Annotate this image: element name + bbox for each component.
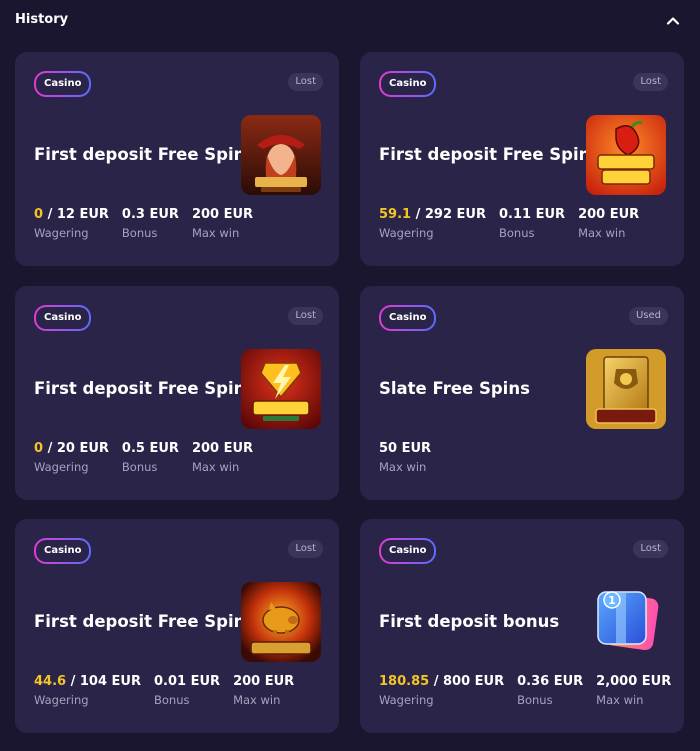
section-title: History [15,12,69,27]
lucky-janes-egypt-game-icon[interactable] [241,115,321,195]
bonus-name: First deposit bonus [379,612,560,631]
bonus-stat: 0.11 EUR Bonus [499,207,565,240]
category-badge[interactable]: Casino [34,71,91,97]
maxwin-value: 200 EUR [191,207,254,222]
chilli-coins-game-icon[interactable] [586,115,666,195]
wagering-current: 59.1 [379,207,412,222]
maxwin-label: Max win [379,460,427,474]
maxwin-stat: 50 EUR Max win [379,441,431,474]
maxwin-stat: 2,000 EUR Max win [596,674,671,707]
maxwin-value: 200 EUR [233,674,295,689]
status-badge: Lost [288,540,323,558]
bonus-label: Bonus [517,693,553,707]
maxwin-stat: 200 EUR Max win [578,207,639,240]
maxwin-value: 50 EUR [379,441,432,456]
status-badge: Lost [288,73,323,91]
wagering-stat: 59.1 / 292 EUR Wagering [379,207,486,240]
wagering-total: / 20 EUR [47,441,109,456]
bonus-label: Bonus [121,226,158,240]
maxwin-value: 200 EUR [578,207,640,222]
bonus-name: Slate Free Spins [379,379,530,398]
bonus-name: First deposit Free Spins [379,145,601,164]
status-badge: Lost [633,73,668,91]
bonus-card[interactable]: Casino Lost First deposit Free Spins 44.… [15,519,339,733]
maxwin-label: Max win [578,226,626,240]
bonus-name: First deposit Free Spins [34,145,256,164]
wagering-total: / 292 EUR [415,207,486,222]
wagering-label: Wagering [34,226,89,240]
wagering-current: 0 [34,207,44,222]
bonus-value: 0.01 EUR [154,674,221,689]
maxwin-stat: 200 EUR Max win [192,441,253,474]
bonus-label: Bonus [499,226,535,240]
wagering-total: / 12 EUR [47,207,109,222]
bonus-box-icon[interactable]: 1 [586,582,666,662]
bonus-stats: 0 / 12 EUR Wagering 0.3 EUR Bonus 200 EU… [34,207,253,240]
wagering-total: / 800 EUR [433,674,505,689]
bonus-value: 0.5 EUR [121,441,179,456]
bonus-value: 0.11 EUR [499,207,566,222]
bonus-card[interactable]: Casino Used Slate Free Spins 50 EUR Max … [360,286,684,500]
category-badge[interactable]: Casino [379,71,436,97]
maxwin-stat: 200 EUR Max win [192,207,253,240]
bonus-value: 0.3 EUR [121,207,179,222]
maxwin-value: 2,000 EUR [596,674,672,689]
chevron-up-icon[interactable] [665,13,681,29]
wagering-current: 44.6 [34,674,67,689]
bonus-label: Bonus [121,460,158,474]
bonus-stat: 0.3 EUR Bonus [122,207,179,240]
wagering-stat: 0 / 12 EUR Wagering [34,207,109,240]
bonus-stats: 50 EUR Max win [379,441,431,474]
category-badge[interactable]: Casino [34,305,91,331]
bonus-card[interactable]: Casino Lost First deposit bonus 1 180.85… [360,519,684,733]
wagering-total: / 104 EUR [70,674,141,689]
wagering-current: 180.85 [379,674,430,689]
bonus-card[interactable]: Casino Lost First deposit Free Spins 0 /… [15,286,339,500]
wagering-stat: 180.85 / 800 EUR Wagering [379,674,504,707]
maxwin-stat: 200 EUR Max win [233,674,294,707]
category-badge[interactable]: Casino [379,538,436,564]
bonus-name: First deposit Free Spins [34,379,256,398]
wagering-label: Wagering [34,693,89,707]
category-badge[interactable]: Casino [34,538,91,564]
history-header: History [0,0,700,42]
maxwin-label: Max win [233,693,281,707]
wagering-label: Wagering [34,460,89,474]
maxwin-label: Max win [191,226,240,240]
status-badge: Lost [288,307,323,325]
bonus-stat: 0.36 EUR Bonus [517,674,583,707]
wagering-stat: 0 / 20 EUR Wagering [34,441,109,474]
bonus-label: Bonus [154,693,190,707]
wagering-current: 0 [34,441,44,456]
category-badge[interactable]: Casino [379,305,436,331]
status-badge: Used [628,307,668,325]
bonus-stat: 0.01 EUR Bonus [154,674,220,707]
bonus-stats: 180.85 / 800 EUR Wagering 0.36 EUR Bonus… [379,674,671,707]
maxwin-label: Max win [596,693,644,707]
wagering-label: Wagering [379,226,434,240]
maxwin-label: Max win [191,460,240,474]
royal-piggy-game-icon[interactable] [241,582,321,662]
bonus-stats: 59.1 / 292 EUR Wagering 0.11 EUR Bonus 2… [379,207,639,240]
bonus-value: 0.36 EUR [517,674,584,689]
maxwin-value: 200 EUR [191,441,254,456]
svg-text:1: 1 [608,594,616,607]
bonus-stats: 0 / 20 EUR Wagering 0.5 EUR Bonus 200 EU… [34,441,253,474]
status-badge: Lost [633,540,668,558]
bonus-stat: 0.5 EUR Bonus [122,441,179,474]
book-of-gold-game-icon[interactable] [586,349,666,429]
wagering-label: Wagering [379,693,434,707]
diamonds-power-game-icon[interactable] [241,349,321,429]
bonus-card[interactable]: Casino Lost First deposit Free Spins 0 /… [15,52,339,266]
bonus-card[interactable]: Casino Lost First deposit Free Spins 59.… [360,52,684,266]
bonus-stats: 44.6 / 104 EUR Wagering 0.01 EUR Bonus 2… [34,674,294,707]
bonus-name: First deposit Free Spins [34,612,256,631]
wagering-stat: 44.6 / 104 EUR Wagering [34,674,141,707]
